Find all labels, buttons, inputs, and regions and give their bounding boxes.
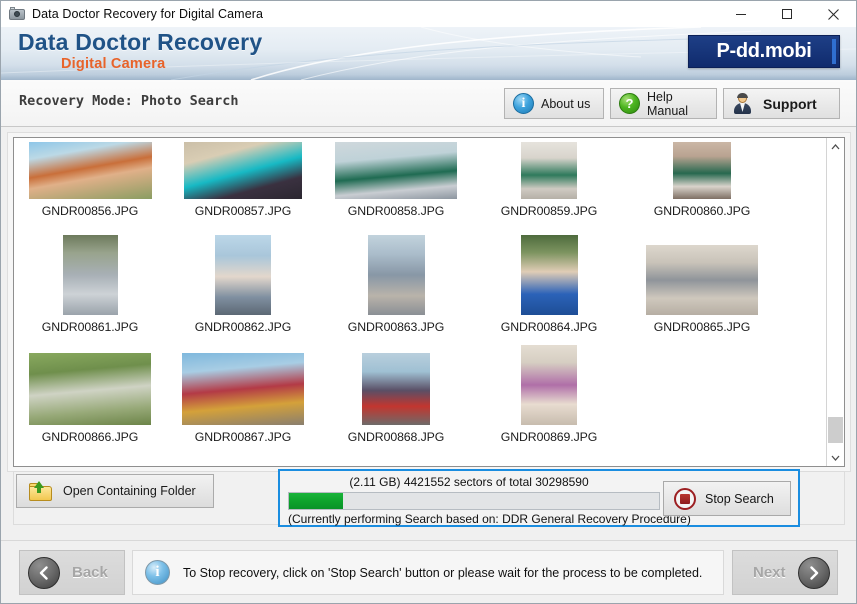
logo-text: P-dd.mobi — [716, 40, 812, 62]
thumbnail-caption: GNDR00859.JPG — [500, 204, 598, 218]
thumbnail-item-empty — [626, 334, 778, 444]
brand-title: Data Doctor Recovery — [18, 29, 263, 55]
open-containing-folder-button[interactable]: Open Containing Folder — [16, 474, 214, 508]
recovery-mode-label: Recovery Mode: Photo Search — [19, 93, 239, 109]
thumbnail-image[interactable] — [646, 245, 758, 315]
thumbnail-caption: GNDR00864.JPG — [500, 320, 598, 334]
thumbnail-panel[interactable]: GNDR00856.JPG GNDR00857.JPG GNDR00858.JP… — [13, 137, 845, 467]
thumbnail-item[interactable]: GNDR00861.JPG — [14, 218, 166, 334]
thumbnail-item[interactable]: GNDR00869.JPG — [473, 334, 625, 444]
thumbnail-image[interactable] — [335, 142, 457, 199]
support-button[interactable]: Support — [723, 88, 840, 119]
logo[interactable]: P-dd.mobi — [688, 35, 840, 68]
thumbnail-caption: GNDR00862.JPG — [194, 320, 292, 334]
thumbnail-caption: GNDR00863.JPG — [347, 320, 445, 334]
thumbnail-image[interactable] — [29, 353, 151, 425]
thumbnail-item[interactable]: GNDR00868.JPG — [320, 334, 472, 444]
info-icon: i — [145, 560, 170, 585]
thumbnail-caption: GNDR00867.JPG — [194, 430, 292, 444]
thumbnail-item[interactable]: GNDR00860.JPG — [626, 138, 778, 218]
thumbnail-item[interactable]: GNDR00862.JPG — [167, 218, 319, 334]
camera-icon — [9, 7, 25, 21]
thumbnail-caption: GNDR00858.JPG — [347, 204, 445, 218]
close-button[interactable] — [810, 2, 856, 27]
sectors-status-label: (2.11 GB) 4421552 sectors of total 30298… — [349, 475, 589, 489]
brand-subtitle: Digital Camera — [61, 56, 166, 72]
thumbnail-item[interactable]: GNDR00863.JPG — [320, 218, 472, 334]
logo-accent-bar — [832, 39, 836, 64]
search-progress-box: (2.11 GB) 4421552 sectors of total 30298… — [278, 469, 800, 527]
scrollbar-thumb[interactable] — [828, 417, 843, 443]
thumbnail-image[interactable] — [367, 235, 425, 315]
thumbnail-item[interactable]: GNDR00856.JPG — [14, 138, 166, 218]
thumbnail-caption: GNDR00865.JPG — [653, 320, 751, 334]
footer-bar: Back i To Stop recovery, click on 'Stop … — [1, 540, 856, 603]
brand-header: Data Doctor Recovery Digital Camera P-dd… — [1, 27, 856, 80]
thumbnail-image[interactable] — [215, 235, 271, 315]
thumbnail-row: GNDR00866.JPG GNDR00867.JPG GNDR00868.JP… — [14, 334, 828, 444]
minimize-button[interactable] — [718, 2, 764, 27]
application-window: Data Doctor Recovery for Digital Camera … — [0, 0, 857, 604]
thumbnail-item[interactable]: GNDR00867.JPG — [167, 334, 319, 444]
scroll-up-icon[interactable] — [827, 138, 844, 155]
thumbnail-item[interactable]: GNDR00858.JPG — [320, 138, 472, 218]
back-button[interactable]: Back — [19, 550, 125, 595]
thumbnail-image[interactable] — [362, 353, 430, 425]
scroll-down-icon[interactable] — [827, 449, 844, 466]
thumbnail-image[interactable] — [184, 142, 302, 199]
support-label: Support — [763, 95, 817, 112]
thumbnail-caption: GNDR00861.JPG — [41, 320, 139, 334]
thumbnail-image[interactable] — [521, 345, 577, 425]
open-containing-folder-label: Open Containing Folder — [63, 484, 196, 498]
thumbnail-caption: GNDR00868.JPG — [347, 430, 445, 444]
thumbnail-image[interactable] — [521, 142, 577, 199]
help-manual-button[interactable]: ? Help Manual — [610, 88, 717, 119]
question-icon: ? — [619, 93, 640, 114]
thumbnail-image[interactable] — [62, 235, 118, 315]
stop-search-button[interactable]: Stop Search — [663, 481, 791, 516]
chevron-right-icon — [797, 556, 830, 589]
thumbnail-item[interactable]: GNDR00864.JPG — [473, 218, 625, 334]
title-bar: Data Doctor Recovery for Digital Camera — [1, 1, 856, 28]
thumbnail-image[interactable] — [520, 235, 578, 315]
status-message-box: i To Stop recovery, click on 'Stop Searc… — [132, 550, 724, 595]
progress-bar — [288, 492, 660, 510]
thumbnail-image[interactable] — [673, 142, 731, 199]
thumbnail-grid: GNDR00856.JPG GNDR00857.JPG GNDR00858.JP… — [14, 138, 828, 444]
thumbnail-item[interactable]: GNDR00859.JPG — [473, 138, 625, 218]
scrollbar-track[interactable] — [827, 155, 844, 449]
folder-upload-icon — [29, 481, 53, 501]
thumbnail-item[interactable]: GNDR00857.JPG — [167, 138, 319, 218]
thumbnail-caption: GNDR00869.JPG — [500, 430, 598, 444]
window-title: Data Doctor Recovery for Digital Camera — [32, 7, 264, 21]
thumbnail-caption: GNDR00866.JPG — [41, 430, 139, 444]
thumbnail-item[interactable]: GNDR00865.JPG — [626, 218, 778, 334]
stop-icon — [674, 487, 696, 510]
thumbnail-row: GNDR00856.JPG GNDR00857.JPG GNDR00858.JP… — [14, 138, 828, 218]
thumbnail-row: GNDR00861.JPG GNDR00862.JPG GNDR00863.JP… — [14, 218, 828, 334]
thumbnail-image[interactable] — [182, 353, 304, 425]
current-operation-label: (Currently performing Search based on: D… — [288, 512, 691, 526]
stop-search-label: Stop Search — [705, 491, 774, 506]
about-us-label: About us — [541, 96, 591, 111]
thumbnail-image[interactable] — [28, 142, 152, 199]
back-label: Back — [72, 564, 108, 581]
maximize-button[interactable] — [764, 2, 810, 27]
thumbnail-item[interactable]: GNDR00866.JPG — [14, 334, 166, 444]
info-icon: i — [513, 93, 534, 114]
thumbnail-caption: GNDR00860.JPG — [653, 204, 751, 218]
thumbnail-caption: GNDR00856.JPG — [41, 204, 139, 218]
thumbnail-scrollbar[interactable] — [826, 138, 844, 466]
next-label: Next — [753, 564, 786, 581]
help-manual-label: Help Manual — [647, 89, 688, 118]
about-us-button[interactable]: i About us — [504, 88, 604, 119]
person-icon — [732, 93, 753, 114]
thumbnail-caption: GNDR00857.JPG — [194, 204, 292, 218]
status-message-label: To Stop recovery, click on 'Stop Search'… — [183, 565, 703, 580]
next-button[interactable]: Next — [732, 550, 838, 595]
progress-bar-fill — [289, 493, 344, 509]
chevron-left-icon — [28, 556, 60, 589]
